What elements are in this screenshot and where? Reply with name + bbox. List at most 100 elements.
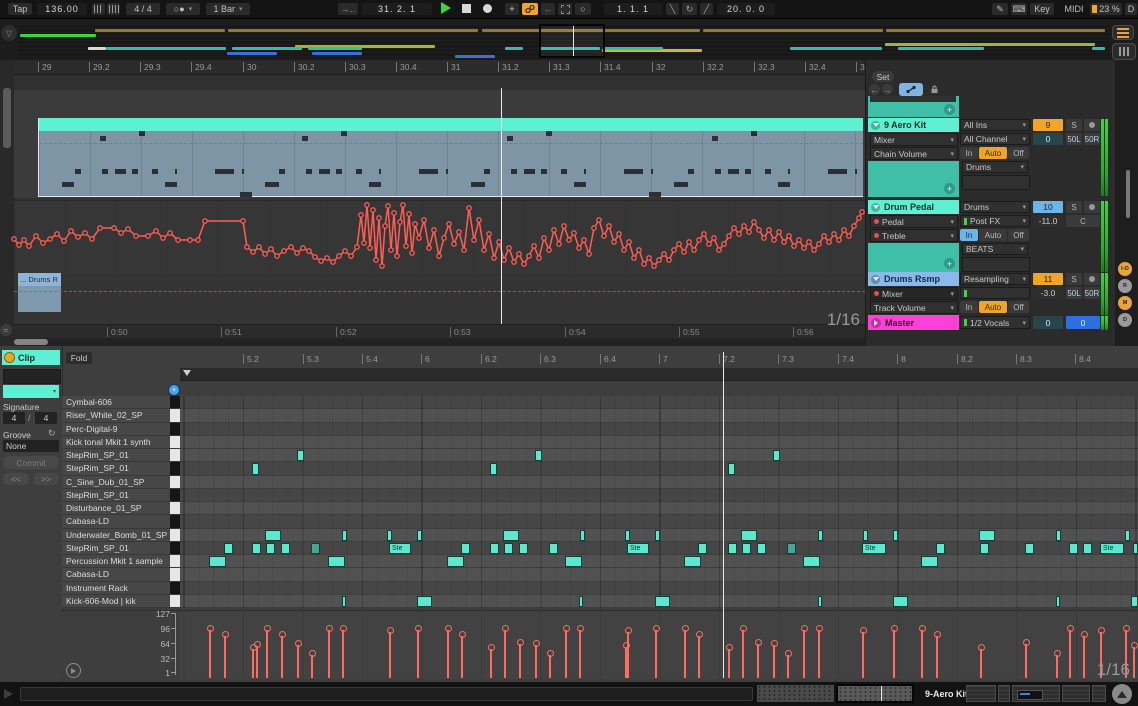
midi-note[interactable] bbox=[490, 463, 497, 475]
input-channel-menu[interactable]: All Channel ▾ bbox=[960, 133, 1030, 145]
velocity-marker[interactable] bbox=[740, 625, 747, 633]
drum-lane-name[interactable]: Disturbance_01_SP bbox=[62, 502, 170, 516]
piano-key[interactable] bbox=[170, 594, 180, 608]
show-returns-button[interactable]: R bbox=[1118, 279, 1132, 293]
velocity-marker[interactable] bbox=[978, 644, 985, 652]
velocity-marker[interactable] bbox=[625, 626, 632, 634]
piano-key[interactable] bbox=[170, 515, 180, 529]
drum-lane-name[interactable]: Cymbal-606 bbox=[62, 396, 170, 410]
device-thumbnail[interactable] bbox=[1092, 685, 1106, 702]
clip-drums-r[interactable]: ... Drums R bbox=[18, 273, 61, 286]
groove-icon[interactable]: ↻ bbox=[48, 428, 56, 439]
back-to-arrangement-button[interactable]: ← bbox=[541, 3, 555, 15]
pan-right-field[interactable]: 50R bbox=[1084, 287, 1100, 299]
velocity-marker[interactable] bbox=[207, 625, 214, 633]
key-map-button[interactable]: Key bbox=[1030, 3, 1054, 15]
velocity-stem[interactable] bbox=[627, 631, 629, 678]
midi-note[interactable] bbox=[742, 542, 751, 554]
computer-midi-keyboard-button[interactable]: ⌨ bbox=[1011, 3, 1027, 15]
time-ruler[interactable]: 0:50 0:51 0:52 0:53 0:54 0:55 0:56 bbox=[14, 324, 865, 339]
velocity-stem[interactable] bbox=[818, 629, 820, 678]
fade-icon[interactable]: ╲ bbox=[666, 3, 679, 15]
midi-note[interactable] bbox=[818, 595, 822, 607]
collapse-icon[interactable] bbox=[871, 274, 880, 284]
track-number-9[interactable]: 9 bbox=[1033, 119, 1063, 131]
piano-key[interactable] bbox=[170, 435, 180, 449]
velocity-stem[interactable] bbox=[698, 636, 700, 678]
arrangement-overview[interactable] bbox=[18, 24, 1110, 58]
midi-note[interactable] bbox=[297, 450, 304, 462]
velocity-marker[interactable] bbox=[726, 644, 733, 652]
drum-lane-name[interactable]: Cabasa-LD bbox=[62, 515, 170, 529]
piano-key[interactable] bbox=[170, 528, 180, 542]
velocity-marker[interactable] bbox=[1098, 626, 1105, 634]
midi-note[interactable] bbox=[655, 529, 660, 541]
stop-button[interactable] bbox=[462, 4, 471, 13]
overview-viewport[interactable] bbox=[539, 24, 605, 58]
midi-note[interactable] bbox=[328, 556, 345, 568]
lock-button[interactable] bbox=[925, 83, 943, 96]
midi-loop-bar[interactable] bbox=[180, 368, 1138, 381]
grid-row[interactable] bbox=[180, 488, 1138, 502]
piano-key[interactable] bbox=[170, 475, 180, 489]
ramp-icon[interactable]: ╱ bbox=[700, 3, 713, 15]
automation-device-menu[interactable]: Mixer ▾ bbox=[870, 133, 958, 146]
midi-note[interactable] bbox=[490, 542, 499, 554]
velocity-stem[interactable] bbox=[224, 636, 226, 678]
show-hide-detail-button[interactable] bbox=[1112, 684, 1132, 704]
velocity-stem[interactable] bbox=[684, 630, 686, 678]
prev-clip-button[interactable]: << bbox=[3, 473, 29, 485]
grid-row[interactable] bbox=[180, 515, 1138, 529]
clip-title-bar[interactable] bbox=[39, 118, 863, 131]
new-button[interactable]: + bbox=[505, 3, 519, 15]
piano-key[interactable] bbox=[170, 502, 180, 516]
arrangement-view-toggle[interactable] bbox=[1112, 25, 1134, 40]
drum-lane-name[interactable]: Kick tonal Mkit 1 synth bbox=[62, 435, 170, 449]
play-button[interactable] bbox=[441, 2, 451, 14]
velocity-marker[interactable] bbox=[222, 631, 229, 639]
velocity-marker[interactable] bbox=[309, 649, 316, 657]
velocity-marker[interactable] bbox=[563, 625, 570, 633]
track-number-11[interactable]: 11 bbox=[1033, 273, 1063, 285]
drum-lane-name[interactable]: Perc-Digital-9 bbox=[62, 422, 170, 436]
show-delay-button[interactable]: D bbox=[1118, 313, 1132, 327]
arm-button[interactable] bbox=[1084, 201, 1100, 213]
midi-note[interactable] bbox=[565, 556, 582, 568]
back-arrow-button[interactable]: ← bbox=[869, 84, 880, 95]
loop-icon[interactable]: ↻ bbox=[682, 3, 697, 15]
piano-key[interactable] bbox=[170, 409, 180, 423]
output-channel-field[interactable] bbox=[962, 257, 1030, 272]
output-type-menu[interactable]: Drums ▾ bbox=[962, 161, 1028, 173]
pan-left-field[interactable]: 50L bbox=[1066, 287, 1082, 299]
velocity-marker[interactable] bbox=[1067, 625, 1074, 633]
midi-clip-drums[interactable] bbox=[38, 118, 863, 197]
device-thumbnail[interactable] bbox=[1062, 685, 1090, 702]
monitor-auto-button[interactable]: Auto bbox=[979, 229, 1007, 241]
midi-note[interactable] bbox=[803, 556, 820, 568]
signature-denominator-field[interactable]: 4 bbox=[35, 412, 57, 424]
midi-note[interactable]: Ste bbox=[627, 542, 649, 554]
midi-note[interactable] bbox=[535, 450, 542, 462]
velocity-marker[interactable] bbox=[279, 631, 286, 639]
midi-note[interactable] bbox=[417, 529, 422, 541]
velocity-stem[interactable] bbox=[921, 630, 923, 678]
master-pan-field[interactable]: 0 bbox=[1066, 316, 1100, 329]
automation-device-menu[interactable]: Mixer ▾ bbox=[870, 287, 958, 300]
velocity-stem[interactable] bbox=[655, 630, 657, 678]
follow-button[interactable]: →‥ bbox=[338, 3, 358, 15]
midi-note[interactable] bbox=[979, 529, 995, 541]
velocity-marker[interactable] bbox=[387, 626, 394, 634]
velocity-marker[interactable] bbox=[533, 639, 540, 647]
commit-groove-button[interactable]: Commit bbox=[3, 456, 59, 469]
midi-note[interactable] bbox=[893, 595, 908, 607]
drum-lane-name[interactable]: Riser_White_02_SP bbox=[62, 409, 170, 423]
arrangement-h-scrollbar[interactable] bbox=[14, 338, 865, 346]
midi-note[interactable] bbox=[936, 542, 945, 554]
midi-note[interactable] bbox=[224, 542, 233, 554]
midi-note[interactable] bbox=[741, 529, 757, 541]
piano-key[interactable] bbox=[170, 396, 180, 410]
velocity-stem[interactable] bbox=[490, 649, 492, 678]
automation-param-menu[interactable]: Treble ▾ bbox=[870, 229, 958, 242]
automation-link-button[interactable] bbox=[899, 83, 923, 96]
velocity-stem[interactable] bbox=[519, 643, 521, 678]
